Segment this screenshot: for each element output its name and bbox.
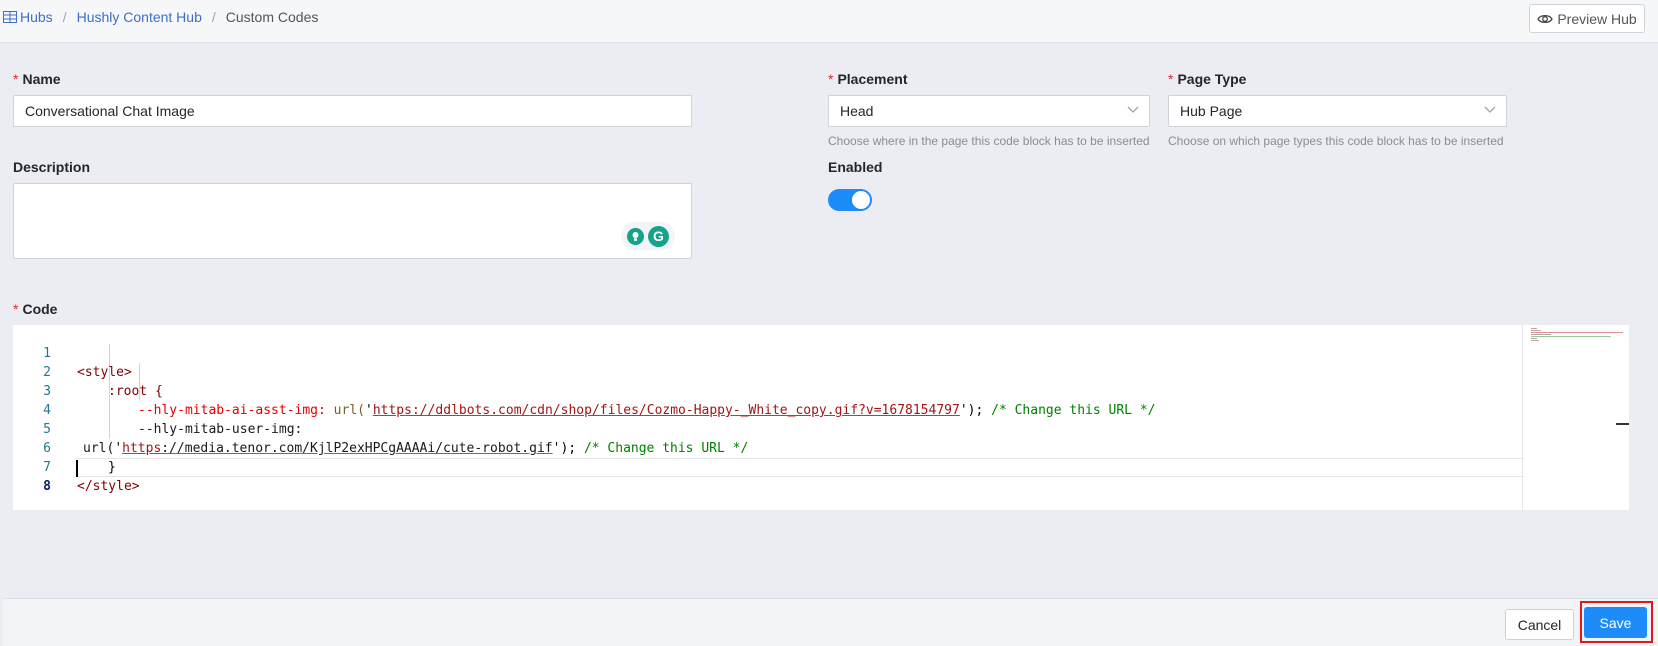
grammarly-icon[interactable]: G bbox=[648, 225, 669, 247]
preview-hub-label: Preview Hub bbox=[1557, 10, 1637, 27]
cancel-button[interactable]: Cancel bbox=[1505, 609, 1574, 640]
enabled-toggle[interactable] bbox=[828, 189, 872, 211]
grid-icon bbox=[3, 11, 17, 23]
code-line: 3 --hly-mitab-ai-asst-img: url('https://… bbox=[13, 363, 1513, 418]
page-type-help: Choose on which page types this code blo… bbox=[1168, 134, 1504, 148]
minimap-line bbox=[1531, 336, 1611, 337]
breadcrumb-hubs-label: Hubs bbox=[20, 9, 53, 25]
grammarly-suggestion-icon[interactable] bbox=[627, 227, 644, 245]
placement-label-text: Placement bbox=[837, 71, 908, 87]
top-bar: Hubs / Hushly Content Hub / Custom Codes… bbox=[0, 0, 1658, 43]
grammarly-widget[interactable]: G bbox=[621, 222, 675, 250]
minimap-line bbox=[1531, 328, 1537, 329]
minimap-line bbox=[1531, 334, 1551, 335]
chevron-down-icon bbox=[1484, 106, 1496, 113]
name-input-value: Conversational Chat Image bbox=[25, 103, 195, 119]
required-mark: * bbox=[1168, 71, 1174, 87]
enabled-label: Enabled bbox=[828, 159, 883, 175]
code-editor[interactable]: 1 <style> 2 :root { 3 --hly-mitab-ai-ass… bbox=[13, 325, 1629, 510]
required-mark: * bbox=[828, 71, 834, 87]
placement-select[interactable]: Head bbox=[828, 95, 1150, 127]
code-text: </style> bbox=[77, 479, 140, 494]
minimap-line bbox=[1531, 332, 1623, 333]
save-button[interactable]: Save bbox=[1584, 607, 1647, 638]
page-type-select[interactable]: Hub Page bbox=[1168, 95, 1507, 127]
code-minimap[interactable] bbox=[1522, 325, 1623, 510]
toggle-knob bbox=[852, 191, 870, 209]
breadcrumb-separator: / bbox=[211, 9, 216, 25]
minimap-line bbox=[1531, 338, 1537, 339]
minimap-line bbox=[1531, 340, 1539, 341]
breadcrumb: Hubs / Hushly Content Hub / Custom Codes bbox=[3, 9, 318, 25]
name-input[interactable]: Conversational Chat Image bbox=[13, 95, 692, 127]
required-mark: * bbox=[13, 71, 19, 87]
description-textarea[interactable]: G bbox=[13, 183, 692, 259]
page-type-select-value: Hub Page bbox=[1180, 103, 1243, 119]
description-label: Description bbox=[13, 159, 91, 175]
code-line: 2 :root { bbox=[13, 344, 1513, 399]
scrollbar-marker bbox=[1616, 423, 1629, 425]
name-label: * Name bbox=[13, 71, 61, 87]
code-line: 8 bbox=[13, 458, 1513, 494]
breadcrumb-hub-name[interactable]: Hushly Content Hub bbox=[77, 9, 202, 25]
code-line: 4 --hly-mitab-user-img: bbox=[13, 382, 1513, 437]
code-label-text: Code bbox=[22, 301, 58, 317]
placement-select-value: Head bbox=[840, 103, 874, 119]
code-line: 7 </style> bbox=[13, 439, 1513, 494]
chevron-down-icon bbox=[1127, 106, 1139, 113]
required-mark: * bbox=[13, 301, 19, 317]
name-label-text: Name bbox=[22, 71, 61, 87]
eye-icon bbox=[1537, 14, 1554, 23]
code-label: * Code bbox=[13, 301, 57, 317]
preview-hub-button[interactable]: Preview Hub bbox=[1529, 4, 1645, 33]
minimap-line bbox=[1531, 330, 1541, 331]
code-line: 6 } bbox=[13, 420, 1513, 475]
breadcrumb-separator: / bbox=[62, 9, 67, 25]
code-line: 1 <style> bbox=[13, 325, 1513, 380]
breadcrumb-hubs[interactable]: Hubs bbox=[3, 9, 53, 25]
footer-bar bbox=[3, 598, 1658, 646]
page-type-label: * Page Type bbox=[1168, 71, 1246, 87]
code-line: 5 url('https://media.tenor.com/KjlP2exHP… bbox=[13, 401, 1513, 456]
page-type-label-text: Page Type bbox=[1177, 71, 1247, 87]
placement-help: Choose where in the page this code block… bbox=[828, 134, 1150, 148]
placement-label: * Placement bbox=[828, 71, 908, 87]
breadcrumb-current: Custom Codes bbox=[225, 9, 319, 25]
text-cursor bbox=[76, 460, 78, 477]
line-number: 8 bbox=[43, 479, 51, 494]
